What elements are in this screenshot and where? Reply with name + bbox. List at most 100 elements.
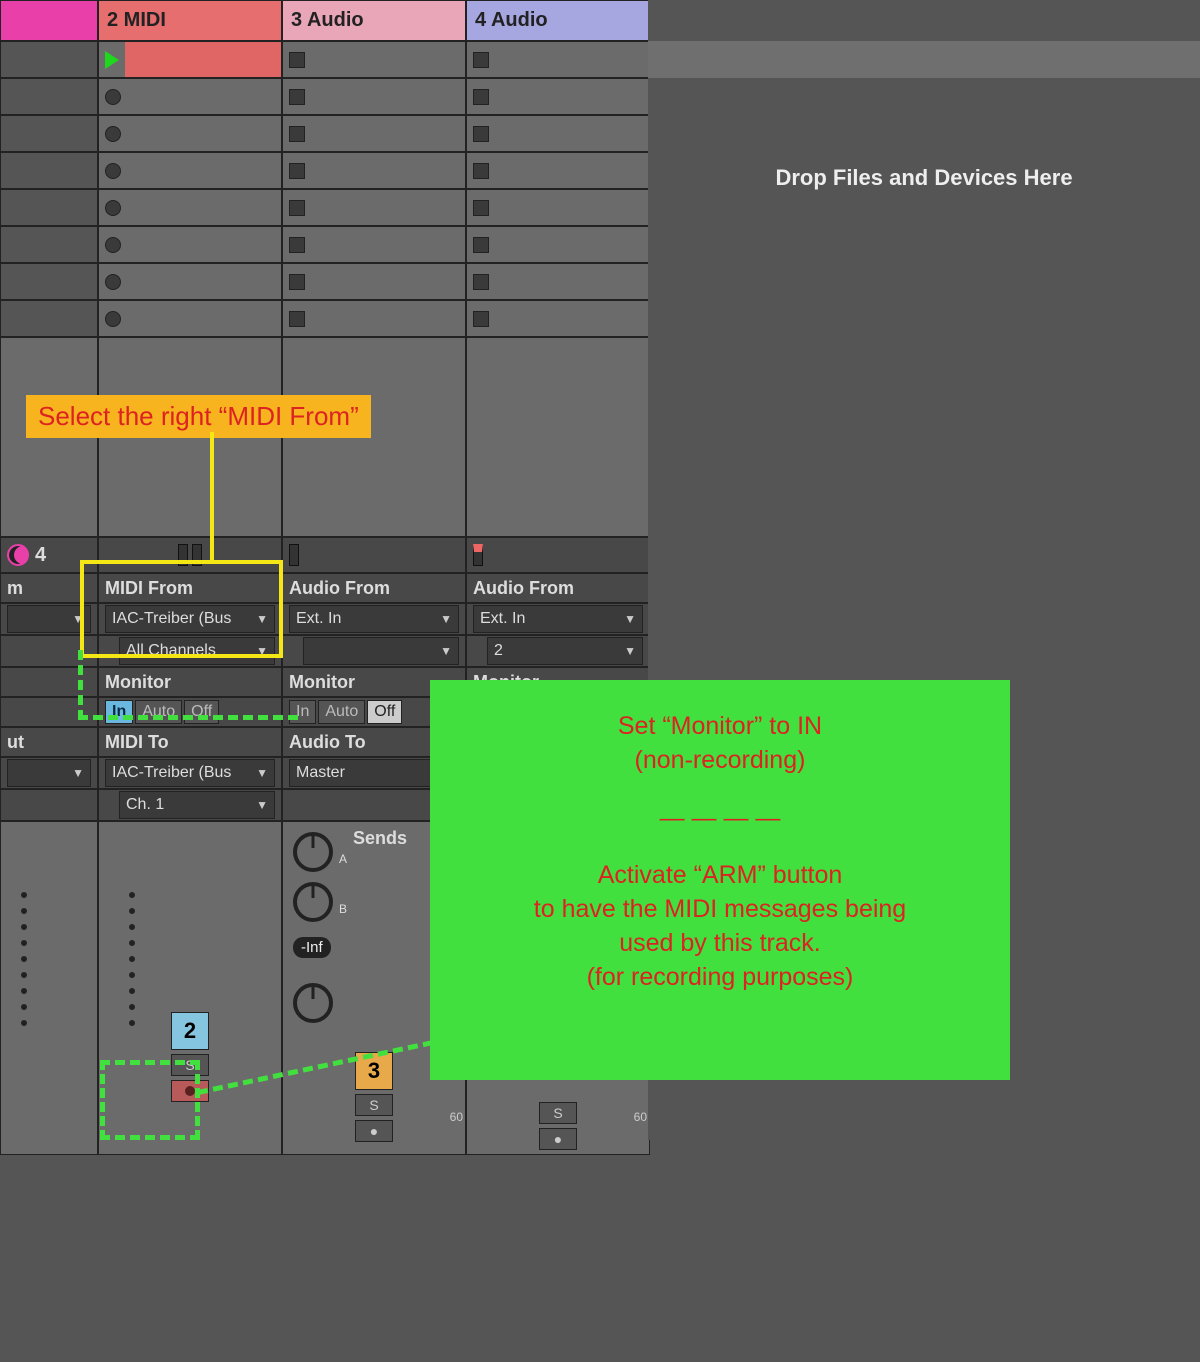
stop-icon <box>473 237 489 253</box>
play-icon <box>105 51 119 69</box>
io-to-sub-row <box>0 789 98 821</box>
clip-slot[interactable] <box>466 300 650 337</box>
clip-slot[interactable] <box>0 78 98 115</box>
track-count: 4 <box>35 544 46 567</box>
stop-icon <box>105 163 121 179</box>
midi-to-channel-dropdown[interactable]: Ch. 1 <box>119 791 275 819</box>
midi-to-ch-row: Ch. 1 <box>98 789 282 821</box>
stop-icon <box>473 311 489 327</box>
midi-to-dropdown[interactable]: IAC-Treiber (Bus <box>105 759 275 787</box>
clip-slot[interactable] <box>98 78 282 115</box>
drop-clip-row <box>648 41 1200 78</box>
pan-icon[interactable] <box>7 544 29 566</box>
stop-icon <box>105 89 121 105</box>
stop-icon <box>289 311 305 327</box>
clip-slot[interactable] <box>466 263 650 300</box>
solo-button-4[interactable]: S <box>539 1102 577 1124</box>
mixer-strip <box>0 821 98 1155</box>
solo-button-3[interactable]: S <box>355 1094 393 1116</box>
audio-from-row: Ext. In <box>282 603 466 635</box>
midi-to-row: IAC-Treiber (Bus <box>98 757 282 789</box>
send-a-knob[interactable] <box>293 832 333 872</box>
clip-slot[interactable] <box>282 263 466 300</box>
audio-from-dropdown[interactable]: Ext. In <box>289 605 459 633</box>
audio-from-channel-dropdown[interactable]: 2 <box>487 637 643 665</box>
clip-area <box>466 337 650 537</box>
track-header-4-audio[interactable]: 4 Audio <box>466 0 650 41</box>
stop-icon <box>105 200 121 216</box>
stop-icon <box>289 52 305 68</box>
audio-from-label: Audio From <box>282 573 466 603</box>
clip-slot[interactable] <box>466 226 650 263</box>
clip-slot[interactable] <box>282 115 466 152</box>
clip-slot[interactable] <box>282 189 466 226</box>
drop-zone-text: Drop Files and Devices Here <box>775 165 1072 191</box>
track-activator-2[interactable]: 2 <box>171 1012 209 1050</box>
clip-slot[interactable] <box>0 41 98 78</box>
stop-icon <box>289 89 305 105</box>
clip-slot[interactable] <box>282 78 466 115</box>
clip-slot[interactable] <box>98 300 282 337</box>
clip-slot[interactable] <box>0 152 98 189</box>
annotation-yellow-label: Select the right “MIDI From” <box>26 395 371 438</box>
clip-slot[interactable] <box>98 263 282 300</box>
clip-slot[interactable] <box>282 300 466 337</box>
audio-from-channel-dropdown[interactable] <box>303 637 459 665</box>
clip-slot[interactable] <box>466 115 650 152</box>
audio-from-dropdown[interactable]: Ext. In <box>473 605 643 633</box>
annotation-green-line <box>78 650 298 720</box>
stop-icon <box>473 274 489 290</box>
clip-slot[interactable] <box>98 226 282 263</box>
audio-from-row: Ext. In <box>466 603 650 635</box>
io-to-dropdown[interactable] <box>7 759 91 787</box>
audio-from-label: Audio From <box>466 573 650 603</box>
clip-slot[interactable] <box>466 189 650 226</box>
io-dropdown[interactable] <box>7 605 91 633</box>
stop-icon <box>289 274 305 290</box>
clip-slot[interactable] <box>0 300 98 337</box>
stop-icon <box>473 52 489 68</box>
track-header-1[interactable] <box>0 0 98 41</box>
arm-button-3[interactable]: ● <box>355 1120 393 1142</box>
clip-slot[interactable] <box>0 263 98 300</box>
audio-meter-icon <box>473 544 483 566</box>
clip-slot[interactable] <box>466 41 650 78</box>
clip-slot[interactable] <box>0 189 98 226</box>
track-header-2-midi[interactable]: 2 MIDI <box>98 0 282 41</box>
monitor-auto-button[interactable]: Auto <box>318 700 365 724</box>
annotation-green-box: Set “Monitor” to IN (non-recording) — — … <box>430 680 1010 1080</box>
stop-icon <box>473 200 489 216</box>
send-b-knob[interactable] <box>293 882 333 922</box>
clip-slot[interactable] <box>466 78 650 115</box>
stop-icon <box>105 126 121 142</box>
annotation-green-dashed <box>100 1060 200 1140</box>
annotation-yellow-line <box>210 432 214 562</box>
clip-slot[interactable] <box>282 152 466 189</box>
status-row <box>282 537 466 573</box>
status-row <box>466 537 650 573</box>
clip-slot[interactable] <box>0 226 98 263</box>
clip-slot[interactable] <box>98 189 282 226</box>
monitor-off-button[interactable]: Off <box>367 700 402 724</box>
audio-from-ch-row: 2 <box>466 635 650 667</box>
clip-slot[interactable] <box>98 115 282 152</box>
clip-slot[interactable] <box>282 41 466 78</box>
clip-slot[interactable] <box>98 152 282 189</box>
io-to-dropdown-row <box>0 757 98 789</box>
clip-slot[interactable] <box>0 115 98 152</box>
stop-icon <box>105 237 121 253</box>
clip-slot-playing[interactable] <box>98 41 282 78</box>
clip-slot[interactable] <box>282 226 466 263</box>
track-header-3-audio[interactable]: 3 Audio <box>282 0 466 41</box>
arm-button-4[interactable]: ● <box>539 1128 577 1150</box>
io-to-label-row: ut <box>0 727 98 757</box>
stop-icon <box>105 311 121 327</box>
stop-icon <box>473 126 489 142</box>
stop-icon <box>289 163 305 179</box>
volume-value[interactable]: -Inf <box>293 937 331 958</box>
pan-knob[interactable] <box>293 983 333 1023</box>
stop-icon <box>473 163 489 179</box>
stop-icon <box>105 274 121 290</box>
stop-icon <box>289 126 305 142</box>
clip-slot[interactable] <box>466 152 650 189</box>
